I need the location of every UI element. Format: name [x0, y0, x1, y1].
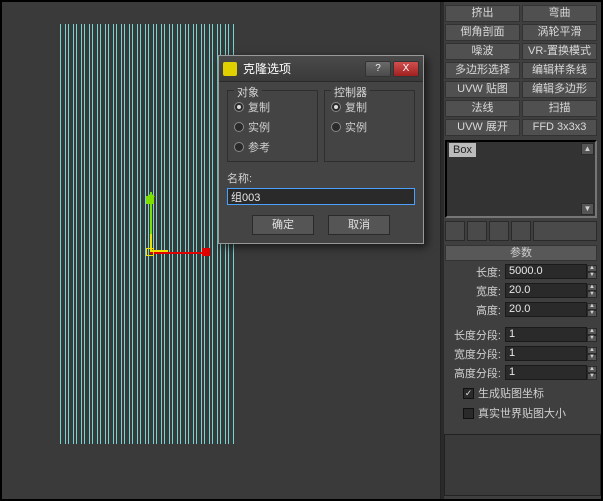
mod-btn-3[interactable]: 涡轮平滑: [522, 24, 597, 41]
lsegs-spinner[interactable]: ▲▼: [587, 328, 597, 342]
mod-btn-6[interactable]: 多边形选择: [445, 62, 520, 79]
mod-btn-5[interactable]: VR-置换模式: [522, 43, 597, 60]
make-unique-button[interactable]: [489, 221, 509, 241]
lsegs-label: 长度分段:: [445, 327, 505, 343]
mod-btn-8[interactable]: UVW 贴图: [445, 81, 520, 98]
wsegs-label: 宽度分段:: [445, 346, 505, 362]
mod-btn-7[interactable]: 编辑样条线: [522, 62, 597, 79]
mod-btn-4[interactable]: 噪波: [445, 43, 520, 60]
wsegs-spinner[interactable]: ▲▼: [587, 347, 597, 361]
object-group: 对象 复制 实例 参考: [227, 90, 318, 162]
controller-group: 控制器 复制 实例: [324, 90, 415, 162]
width-input[interactable]: 20.0: [505, 283, 587, 298]
height-label: 高度:: [445, 302, 505, 318]
mod-btn-13[interactable]: FFD 3x3x3: [522, 119, 597, 136]
object-group-title: 对象: [234, 84, 262, 100]
object-instance-radio[interactable]: 实例: [234, 119, 311, 135]
clone-options-dialog: 克隆选项 ? X 对象 复制 实例 参考 控制器 复制 实例 名称: 确定 取消: [218, 55, 424, 244]
pin-stack-button[interactable]: [445, 221, 465, 241]
height-spinner[interactable]: ▲▼: [587, 303, 597, 317]
cancel-button[interactable]: 取消: [328, 215, 390, 235]
configure-sets-button[interactable]: [533, 221, 597, 241]
mod-btn-1[interactable]: 弯曲: [522, 5, 597, 22]
mod-btn-11[interactable]: 扫描: [522, 100, 597, 117]
ok-button[interactable]: 确定: [252, 215, 314, 235]
stack-scroll-down-icon[interactable]: ▼: [581, 203, 594, 215]
stack-scroll-up-icon[interactable]: ▲: [581, 143, 594, 155]
command-panel: 挤出 弯曲 倒角剖面 涡轮平滑 噪波 VR-置换模式 多边形选择 编辑样条线 U…: [440, 2, 601, 499]
name-label: 名称:: [227, 170, 415, 186]
real-world-checkbox[interactable]: ✓真实世界贴图大小: [445, 405, 597, 421]
length-label: 长度:: [445, 264, 505, 280]
mod-btn-12[interactable]: UVW 展开: [445, 119, 520, 136]
gen-mapping-checkbox[interactable]: ✓生成贴图坐标: [445, 385, 597, 401]
dialog-titlebar[interactable]: 克隆选项 ? X: [219, 56, 423, 82]
show-end-result-button[interactable]: [467, 221, 487, 241]
panel-scrollbar[interactable]: [441, 2, 444, 499]
controller-copy-radio[interactable]: 复制: [331, 99, 408, 115]
remove-modifier-button[interactable]: [511, 221, 531, 241]
modifier-stack[interactable]: Box ▲ ▼: [445, 140, 597, 218]
floating-panel[interactable]: [444, 434, 601, 496]
controller-instance-radio[interactable]: 实例: [331, 119, 408, 135]
width-spinner[interactable]: ▲▼: [587, 284, 597, 298]
height-input[interactable]: 20.0: [505, 302, 587, 317]
length-spinner[interactable]: ▲▼: [587, 265, 597, 279]
wsegs-input[interactable]: 1: [505, 346, 587, 361]
selected-objects[interactable]: [60, 24, 236, 444]
help-button[interactable]: ?: [365, 61, 391, 77]
mod-btn-10[interactable]: 法线: [445, 100, 520, 117]
hsegs-spinner[interactable]: ▲▼: [587, 366, 597, 380]
stack-tools: [445, 221, 597, 241]
dialog-title: 克隆选项: [243, 60, 365, 77]
mod-btn-2[interactable]: 倒角剖面: [445, 24, 520, 41]
hsegs-label: 高度分段:: [445, 365, 505, 381]
hsegs-input[interactable]: 1: [505, 365, 587, 380]
object-reference-radio[interactable]: 参考: [234, 139, 311, 155]
modifier-buttons: 挤出 弯曲 倒角剖面 涡轮平滑 噪波 VR-置换模式 多边形选择 编辑样条线 U…: [445, 5, 597, 136]
close-button[interactable]: X: [393, 61, 419, 77]
mod-btn-9[interactable]: 编辑多边形: [522, 81, 597, 98]
object-copy-radio[interactable]: 复制: [234, 99, 311, 115]
lsegs-input[interactable]: 1: [505, 327, 587, 342]
name-input[interactable]: [227, 188, 415, 205]
stack-item-box[interactable]: Box: [449, 143, 476, 157]
width-label: 宽度:: [445, 283, 505, 299]
params-rollout[interactable]: 参数: [445, 245, 597, 261]
mod-btn-0[interactable]: 挤出: [445, 5, 520, 22]
length-input[interactable]: 5000.0: [505, 264, 587, 279]
app-icon: [223, 62, 237, 76]
controller-group-title: 控制器: [331, 84, 370, 100]
